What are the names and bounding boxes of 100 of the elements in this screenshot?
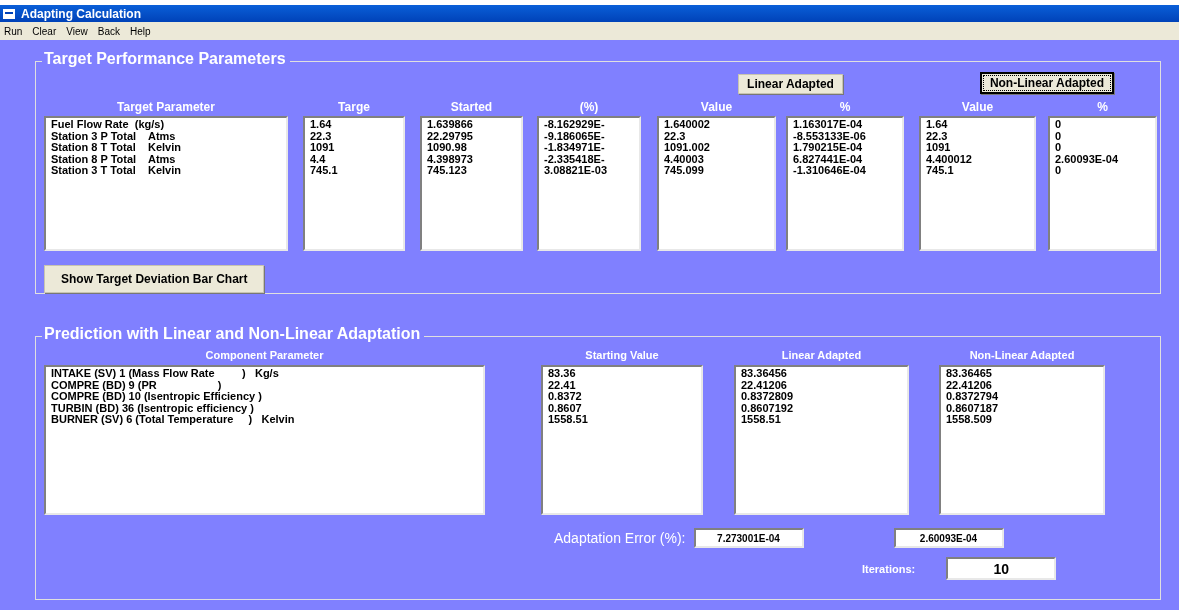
list-item: 1558.51 <box>741 414 782 426</box>
chart-button[interactable]: Show Target Deviation Bar Chart <box>44 265 265 293</box>
list-item: TURBIN (BD) 36 (Isentropic efficiency ) <box>51 402 254 414</box>
column-header: % <box>1097 100 1108 116</box>
list-item: -2.335418E- <box>544 153 606 165</box>
window-title: Adapting Calculation <box>0 5 1179 22</box>
menu-item[interactable]: View <box>66 25 88 37</box>
column-header: Starting Value <box>585 349 659 363</box>
list-item: -9.186065E- <box>544 130 606 142</box>
list-box[interactable]: 1.163017E-04 -8.553133E-06 1.790215E-04 6.827441E-04 -1.310646E-04 <box>786 116 904 251</box>
menu-item[interactable]: Back <box>97 25 120 37</box>
list-item: 4.40003 <box>664 153 705 165</box>
list-item: 83.36456 <box>741 368 788 380</box>
list-item: -8.553133E-06 <box>793 130 867 142</box>
column-header: Linear Adapted <box>781 349 862 363</box>
list-item: 0.8372794 <box>946 391 999 403</box>
list-item: 0.8607 <box>548 402 583 414</box>
list-box[interactable]: 83.36 22.41 0.8372 0.8607 1558.51 <box>541 365 703 515</box>
list-item: 22.41 <box>548 379 577 391</box>
list-item: 0 <box>1055 142 1063 154</box>
app-icon <box>3 8 15 19</box>
group-title: Target Performance Parameters <box>42 50 290 68</box>
list-item: COMPRE (BD) 10 (Isentropic Efficiency ) <box>51 391 263 403</box>
column-header: Value <box>961 100 994 116</box>
list-item: 1091.002 <box>664 142 711 154</box>
list-item: 22.3 <box>664 130 687 142</box>
list-box[interactable]: -8.162929E- -9.186065E- -1.834971E- -2.335418E- 3.08821E-03 <box>537 116 641 251</box>
list-item: Station 3 T Total Kelvin <box>51 165 182 177</box>
list-item: Station 8 P Total Atms <box>51 153 177 165</box>
list-item: 0 <box>1055 165 1063 177</box>
list-item: 1091 <box>926 142 952 154</box>
list-item: Station 8 T Total Kelvin <box>51 142 182 154</box>
menu-item[interactable]: Clear <box>32 25 57 37</box>
list-item: 1.639866 <box>427 119 474 131</box>
list-item: 1558.51 <box>548 414 589 426</box>
list-box[interactable]: 0 0 0 2.60093E-04 0 <box>1048 116 1157 251</box>
list-item: 745.123 <box>427 165 468 177</box>
list-item: 0.8607192 <box>741 402 794 414</box>
column-header: (%) <box>579 100 599 116</box>
column-header: Non-Linear Adapted <box>969 349 1075 363</box>
list-item: 4.398973 <box>427 153 474 165</box>
list-box[interactable]: 1.64 22.3 1091 4.4 745.1 <box>303 116 405 251</box>
iterations-field: 10 <box>946 557 1057 580</box>
list-item: 1.163017E-04 <box>793 119 864 131</box>
list-item: 0 <box>1055 130 1063 142</box>
list-item: Fuel Flow Rate (kg/s) <box>51 119 166 131</box>
list-item: COMPRE (BD) 9 (PR ) <box>51 379 223 391</box>
list-box[interactable]: 1.640002 22.3 1091.002 4.40003 745.099 <box>657 116 776 251</box>
list-item: 4.4 <box>310 153 327 165</box>
list-item: 6.827441E-04 <box>793 153 864 165</box>
list-item: 1091 <box>310 142 336 154</box>
adapted-button[interactable]: Linear Adapted <box>738 74 843 94</box>
list-item: 22.3 <box>926 130 949 142</box>
column-header: Started <box>450 100 493 116</box>
menu-item[interactable]: Run <box>4 25 23 37</box>
list-item: 1558.509 <box>946 414 993 426</box>
column-header: Value <box>700 100 733 116</box>
adapted-button[interactable]: Non-Linear Adapted <box>979 72 1115 94</box>
list-box[interactable]: 1.64 22.3 1091 4.400012 745.1 <box>919 116 1036 251</box>
column-header: Target Parameter <box>117 100 215 116</box>
column-header: Targe <box>338 100 370 116</box>
error-field: 2.60093E-04 <box>893 528 1004 548</box>
list-item: 1.64 <box>310 119 333 131</box>
list-item: 22.41206 <box>946 379 993 391</box>
menu-item[interactable]: Help <box>130 25 151 37</box>
list-item: BURNER (SV) 6 (Total Temperature ) Kelvin <box>51 414 296 426</box>
list-item: 22.3 <box>310 130 333 142</box>
list-item: 0.8607187 <box>946 402 999 414</box>
list-item: 83.36 <box>548 368 577 380</box>
error-field: 7.273001E-04 <box>693 528 804 548</box>
list-item: 4.400012 <box>926 153 973 165</box>
list-item: -8.162929E- <box>544 119 606 131</box>
list-item: 1090.98 <box>427 142 468 154</box>
list-box[interactable]: 1.639866 22.29795 1090.98 4.398973 745.123 <box>420 116 523 251</box>
list-item: 745.099 <box>664 165 705 177</box>
error-label: Adaptation Error (%): <box>554 530 686 546</box>
list-item: 0.8372 <box>548 391 583 403</box>
list-item: 1.790215E-04 <box>793 142 864 154</box>
list-item: 3.08821E-03 <box>544 165 608 177</box>
list-item: 0 <box>1055 119 1063 131</box>
list-item: 1.64 <box>926 119 949 131</box>
list-item: 1.640002 <box>664 119 711 131</box>
list-item: Station 3 P Total Atms <box>51 130 177 142</box>
list-item: -1.834971E- <box>544 142 606 154</box>
list-item: 83.36465 <box>946 368 993 380</box>
list-item: 22.29795 <box>427 130 474 142</box>
list-item: -1.310646E-04 <box>793 165 867 177</box>
list-box[interactable]: 83.36465 22.41206 0.8372794 0.8607187 1558.509 <box>939 365 1105 515</box>
list-item: 2.60093E-04 <box>1055 153 1119 165</box>
list-item: INTAKE (SV) 1 (Mass Flow Rate ) Kg/s <box>51 368 280 380</box>
list-item: 0.8372809 <box>741 391 794 403</box>
list-item: 745.1 <box>926 165 955 177</box>
group-title: Prediction with Linear and Non-Linear Adaptation <box>42 325 425 343</box>
column-header: Component Parameter <box>205 349 324 363</box>
iterations-label: Iterations: <box>862 562 916 575</box>
list-box[interactable]: INTAKE (SV) 1 (Mass Flow Rate ) Kg/s COMPRE (BD) 9 (PR ) COMPRE (BD) 10 (Isentropic Efficiency ) TURBIN (BD) 36 (Isentropic efficiency ) BURNER (SV) 6 (Total Temperature ) Kelvin <box>44 365 485 515</box>
list-box[interactable]: 83.36456 22.41206 0.8372809 0.8607192 1558.51 <box>734 365 909 515</box>
list-box[interactable]: Fuel Flow Rate (kg/s) Station 3 P Total Atms Station 8 T Total Kelvin Station 8 P Total Atms Station 3 T Total Kelvin <box>44 116 288 251</box>
list-item: 22.41206 <box>741 379 788 391</box>
column-header: % <box>839 100 851 116</box>
